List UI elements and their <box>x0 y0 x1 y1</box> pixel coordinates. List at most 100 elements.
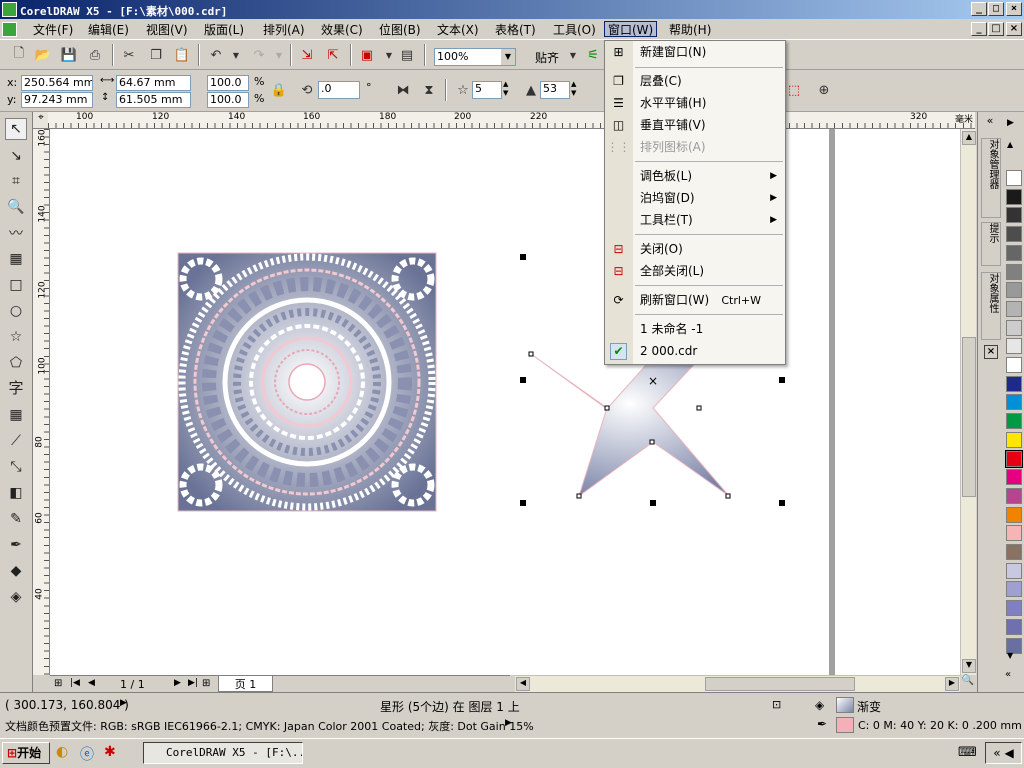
menu-cascade[interactable]: ❐ 层叠(C) <box>605 71 785 92</box>
tab-hints[interactable]: 提示 <box>981 222 1001 266</box>
menu-edit[interactable]: 编辑(E) <box>85 22 132 38</box>
tab-object-properties[interactable]: 对象属性 <box>981 272 1001 340</box>
no-color-swatch[interactable] <box>1006 170 1022 186</box>
welcome-screen-icon[interactable]: ▤ <box>396 44 418 66</box>
color-swatch[interactable] <box>1006 207 1022 224</box>
fill-tool-icon[interactable]: ◆ <box>5 560 27 582</box>
vertical-scroll-thumb[interactable] <box>962 337 976 497</box>
print-icon[interactable]: ⎙ <box>84 44 106 66</box>
menu-help[interactable]: 帮助(H) <box>666 22 714 38</box>
menu-tools[interactable]: 工具(O) <box>550 22 599 38</box>
mirror-vertical-icon[interactable]: ⧗ <box>418 79 440 101</box>
vertical-scrollbar[interactable]: ▲ ▼ <box>960 129 976 675</box>
crop-tool-icon[interactable]: ⌗ <box>5 170 27 192</box>
color-swatch[interactable] <box>1006 618 1022 635</box>
outline-color-swatch[interactable] <box>836 717 854 733</box>
polygon-tool-icon[interactable]: ☆ <box>5 326 27 348</box>
redo-dropdown-icon[interactable]: ▼ <box>268 44 290 66</box>
menu-tile-horizontal[interactable]: ☰ 水平平铺(H) <box>605 93 785 114</box>
tab-object-manager[interactable]: 对象管理器 <box>981 138 1001 218</box>
color-swatch[interactable] <box>1006 394 1022 411</box>
zoom-tool-icon[interactable]: 🔍 <box>5 196 27 218</box>
color-swatch[interactable] <box>1006 431 1022 448</box>
y-position-field[interactable]: 97.243 mm <box>21 92 93 108</box>
copy-icon[interactable]: ❐ <box>145 44 167 66</box>
text-tool-icon[interactable]: 字 <box>5 376 27 398</box>
menu-effects[interactable]: 效果(C) <box>318 22 366 38</box>
next-page-icon[interactable]: ▶ <box>174 678 181 688</box>
quicklaunch-icon[interactable]: ✱ <box>104 744 116 760</box>
color-swatch[interactable] <box>1006 188 1022 205</box>
color-swatch[interactable] <box>1006 263 1022 280</box>
star-points-field[interactable]: 5 <box>472 81 502 99</box>
connector-tool-icon[interactable]: ⤡ <box>5 456 27 478</box>
undo-dropdown-icon[interactable]: ▼ <box>225 44 247 66</box>
last-page-icon[interactable]: ▶| <box>188 678 198 688</box>
sharpness-field[interactable]: 53 <box>540 81 570 99</box>
interactive-fill-tool-icon[interactable]: ◈ <box>5 586 27 608</box>
freehand-tool-icon[interactable]: 〰 <box>5 222 27 244</box>
mirror-horizontal-icon[interactable]: ⧓ <box>392 79 414 101</box>
coords-expand-icon[interactable]: ▶ <box>120 698 127 708</box>
palette-scroll-right-icon[interactable]: ▶ <box>1007 118 1014 128</box>
menu-bitmaps[interactable]: 位图(B) <box>376 22 424 38</box>
outline-pen-tool-icon[interactable]: ✒ <box>5 534 27 556</box>
smart-fill-tool-icon[interactable]: ▦ <box>5 248 27 270</box>
color-swatch[interactable] <box>1006 525 1022 542</box>
menu-table[interactable]: 表格(T) <box>492 22 539 38</box>
close-button[interactable]: × <box>1006 2 1022 16</box>
sharpness-spinner[interactable]: ▲ ▼ <box>571 80 576 98</box>
color-swatch[interactable] <box>1006 357 1022 373</box>
menu-tile-vertical[interactable]: ◫ 垂直平铺(V) <box>605 115 785 136</box>
color-proof-icon[interactable]: ⊡ <box>772 698 781 711</box>
menu-view[interactable]: 视图(V) <box>143 22 191 38</box>
ellipse-tool-icon[interactable]: ○ <box>5 300 27 322</box>
zoom-level-select[interactable]: 100% ▼ <box>434 48 516 66</box>
menu-refresh-window[interactable]: ⟳ 刷新窗口(W) Ctrl+W <box>605 290 785 311</box>
new-icon[interactable]: 🗋 <box>8 44 30 66</box>
mandala-pattern[interactable] <box>177 252 437 512</box>
color-swatch[interactable] <box>1006 562 1022 579</box>
eyedropper-tool-icon[interactable]: ✎ <box>5 508 27 530</box>
import-icon[interactable]: ⇲ <box>296 44 318 66</box>
menu-layout[interactable]: 版面(L) <box>201 22 247 38</box>
convert-to-curves-icon[interactable]: ⬚ <box>783 79 805 101</box>
menu-arrange[interactable]: 排列(A) <box>260 22 308 38</box>
menu-close[interactable]: ⊟ 关闭(O) <box>605 239 785 260</box>
shape-tool-icon[interactable]: ↘ <box>5 145 27 167</box>
profile-expand-icon[interactable]: ▶ <box>505 718 512 728</box>
palette-scroll-up-icon[interactable]: ▲ <box>1007 140 1013 149</box>
scroll-up-button[interactable]: ▲ <box>962 131 976 145</box>
menu-window-000cdr[interactable]: ✔ 2 000.cdr <box>605 341 785 362</box>
rotation-angle-field[interactable]: .0 <box>318 81 360 99</box>
center-marker-icon[interactable]: × <box>648 374 658 388</box>
save-icon[interactable]: 💾 <box>58 44 80 66</box>
selected-star-shape[interactable] <box>530 353 730 498</box>
horizontal-ruler[interactable]: 100 120 140 160 180 200 220 320 毫米 <box>48 112 975 129</box>
scale-x-field[interactable]: 100.0 <box>207 75 249 91</box>
color-swatch[interactable] <box>1006 487 1022 504</box>
scroll-right-button[interactable]: ▶ <box>945 677 959 691</box>
color-swatch[interactable] <box>1006 544 1022 560</box>
color-swatch[interactable] <box>1006 226 1022 243</box>
menu-new-window[interactable]: ⊞ 新建窗口(N) <box>605 42 785 63</box>
color-swatch[interactable] <box>1006 581 1022 598</box>
collapse-dockers-icon[interactable]: « <box>980 114 1000 130</box>
scroll-down-button[interactable]: ▼ <box>962 659 976 673</box>
add-page-icon[interactable]: ⊞ <box>54 678 62 689</box>
snap-dropdown-icon[interactable]: ▼ <box>562 44 584 66</box>
first-page-icon[interactable]: |◀ <box>70 678 80 688</box>
outline-position-icon[interactable]: ⊕ <box>813 79 835 101</box>
blend-tool-icon[interactable]: ◧ <box>5 482 27 504</box>
taskbar-coreldraw-item[interactable]: CorelDRAW X5 - [F:\... <box>143 742 303 764</box>
redo-icon[interactable]: ↷ <box>248 44 270 66</box>
navigator-icon[interactable]: 🔍 <box>960 675 976 692</box>
minimize-button[interactable]: _ <box>971 2 987 16</box>
menu-close-all[interactable]: ⊟ 全部关闭(L) <box>605 261 785 282</box>
color-swatch[interactable] <box>1006 413 1022 430</box>
menu-text[interactable]: 文本(X) <box>434 22 482 38</box>
menu-dockers[interactable]: 泊坞窗(D) ▶ <box>605 188 785 209</box>
keyboard-icon[interactable]: ⌨ <box>958 745 977 760</box>
doc-close-button[interactable]: × <box>1006 22 1022 36</box>
color-swatch[interactable] <box>1006 506 1022 523</box>
